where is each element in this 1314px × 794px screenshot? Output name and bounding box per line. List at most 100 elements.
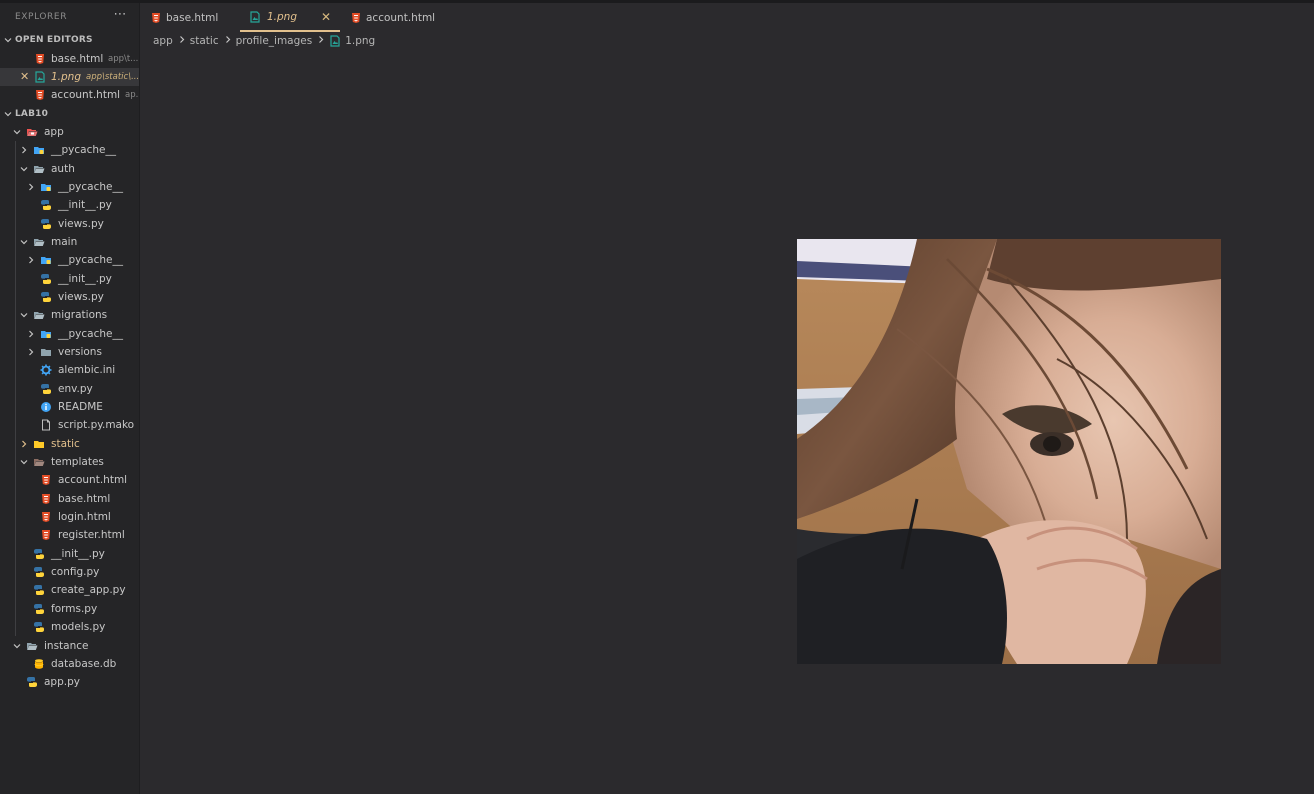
open-editor-item[interactable]: account.html ap...	[0, 86, 139, 104]
folder-item[interactable]: templates	[0, 453, 139, 471]
database-icon	[33, 658, 45, 670]
chevron-right-icon	[19, 145, 29, 155]
folder-item[interactable]: __pycache__	[0, 325, 139, 343]
folder-item[interactable]: main	[0, 233, 139, 251]
tab-label: base.html	[166, 11, 219, 24]
tree-item-label: migrations	[51, 309, 108, 322]
chevron-right-icon	[26, 347, 36, 357]
tree-item-label: auth	[51, 162, 75, 175]
tree-item-label: forms.py	[51, 602, 98, 615]
breadcrumb: app static profile_images 1.png	[141, 32, 741, 50]
python-icon	[33, 566, 45, 578]
file-item[interactable]: views.py	[0, 288, 139, 306]
close-icon[interactable]: ✕	[20, 70, 29, 83]
file-item[interactable]: account.html	[0, 471, 139, 489]
file-item[interactable]: env.py	[0, 380, 139, 398]
file-item[interactable]: models.py	[0, 618, 139, 636]
open-editor-item[interactable]: base.html app\t...	[0, 49, 139, 67]
file-item[interactable]: base.html	[0, 490, 139, 508]
folder-item[interactable]: auth	[0, 159, 139, 177]
vscode-window: EXPLORER ⋯ OPEN EDITORS base.html app\t...…	[0, 0, 1314, 794]
tree-item-label: __pycache__	[51, 144, 116, 157]
folder-item[interactable]: __pycache__	[0, 141, 139, 159]
breadcrumb-item[interactable]: static	[190, 35, 219, 47]
chevron-down-icon	[3, 35, 13, 45]
breadcrumb-item[interactable]: 1.png	[345, 35, 375, 47]
image-preview-photo	[797, 239, 1221, 664]
workspace-header[interactable]: LAB10	[0, 104, 139, 122]
image-file-icon	[329, 35, 341, 47]
file-item[interactable]: __init__.py	[0, 545, 139, 563]
editor-area: base.html 1.png ✕ account.html app static pro…	[141, 3, 1314, 794]
chevron-down-icon	[19, 310, 29, 320]
file-item[interactable]: register.html	[0, 526, 139, 544]
ellipsis-icon[interactable]: ⋯	[112, 7, 128, 23]
explorer-sidebar: EXPLORER ⋯ OPEN EDITORS base.html app\t...…	[0, 3, 140, 794]
file-item[interactable]: alembic.ini	[0, 361, 139, 379]
tree-item-label: login.html	[58, 511, 111, 524]
folder-item[interactable]: app	[0, 123, 139, 141]
static-folder-icon	[33, 438, 45, 450]
tree-item-label: env.py	[58, 382, 93, 395]
html-file-icon	[34, 89, 46, 101]
folder-item[interactable]: instance	[0, 636, 139, 654]
tree-item-label: create_app.py	[51, 584, 126, 597]
folder-open-icon	[33, 236, 45, 248]
html-file-icon	[34, 53, 46, 65]
tree-item-label: __init__.py	[51, 547, 105, 560]
open-editor-path: app\static\...	[86, 71, 140, 82]
python-icon	[26, 676, 38, 688]
open-editors-header[interactable]: OPEN EDITORS	[0, 31, 139, 49]
close-icon[interactable]: ✕	[321, 11, 331, 23]
file-item[interactable]: login.html	[0, 508, 139, 526]
open-editor-item[interactable]: ✕ 1.png app\static\...	[0, 67, 140, 87]
folder-item[interactable]: __pycache__	[0, 251, 139, 269]
tab-1-png[interactable]: 1.png ✕	[240, 3, 340, 32]
html-file-icon	[40, 474, 52, 486]
python-icon	[40, 291, 52, 303]
tab-base-html[interactable]: base.html	[141, 3, 239, 32]
tree-item-label: account.html	[58, 474, 128, 487]
file-item[interactable]: __init__.py	[0, 196, 139, 214]
image-file-icon	[249, 10, 261, 23]
tree-item-label: alembic.ini	[58, 364, 116, 377]
file-item[interactable]: database.db	[0, 655, 139, 673]
tree-item-label: __init__.py	[58, 272, 112, 285]
pycache-folder-icon	[40, 328, 52, 340]
chevron-right-icon	[19, 439, 29, 449]
tree-item-label: __pycache__	[58, 327, 123, 340]
tree-item-label: __init__.py	[58, 199, 112, 212]
chevron-down-icon	[19, 457, 29, 467]
chevron-down-icon	[12, 127, 22, 137]
folder-icon	[40, 346, 52, 358]
chevron-down-icon	[3, 109, 13, 119]
file-item[interactable]: forms.py	[0, 600, 139, 618]
explorer-title: EXPLORER	[15, 12, 68, 22]
python-icon	[40, 218, 52, 230]
chevron-right-icon	[26, 182, 36, 192]
open-editor-path: app\t...	[108, 53, 139, 64]
folder-item[interactable]: versions	[0, 343, 139, 361]
explorer-tree: OPEN EDITORS base.html app\t... ✕ 1.png app\s…	[0, 31, 139, 691]
chevron-down-icon	[12, 641, 22, 651]
folder-item[interactable]: static	[0, 435, 139, 453]
tab-label: 1.png	[267, 10, 298, 23]
open-editor-name: base.html	[51, 52, 104, 65]
file-item[interactable]: views.py	[0, 214, 139, 232]
html-file-icon	[40, 493, 52, 505]
folder-item[interactable]: __pycache__	[0, 178, 139, 196]
file-item[interactable]: app.py	[0, 673, 139, 691]
pycache-folder-icon	[40, 254, 52, 266]
file-item[interactable]: create_app.py	[0, 581, 139, 599]
file-item[interactable]: config.py	[0, 563, 139, 581]
file-item[interactable]: README	[0, 398, 139, 416]
breadcrumb-item[interactable]: profile_images	[236, 35, 313, 47]
file-item[interactable]: __init__.py	[0, 269, 139, 287]
pycache-folder-icon	[33, 144, 45, 156]
tab-account-html[interactable]: account.html	[341, 3, 441, 32]
file-item[interactable]: script.py.mako	[0, 416, 139, 434]
explorer-header: EXPLORER ⋯	[0, 3, 139, 31]
folder-item[interactable]: migrations	[0, 306, 139, 324]
file-icon	[40, 419, 52, 431]
breadcrumb-item[interactable]: app	[153, 35, 173, 47]
